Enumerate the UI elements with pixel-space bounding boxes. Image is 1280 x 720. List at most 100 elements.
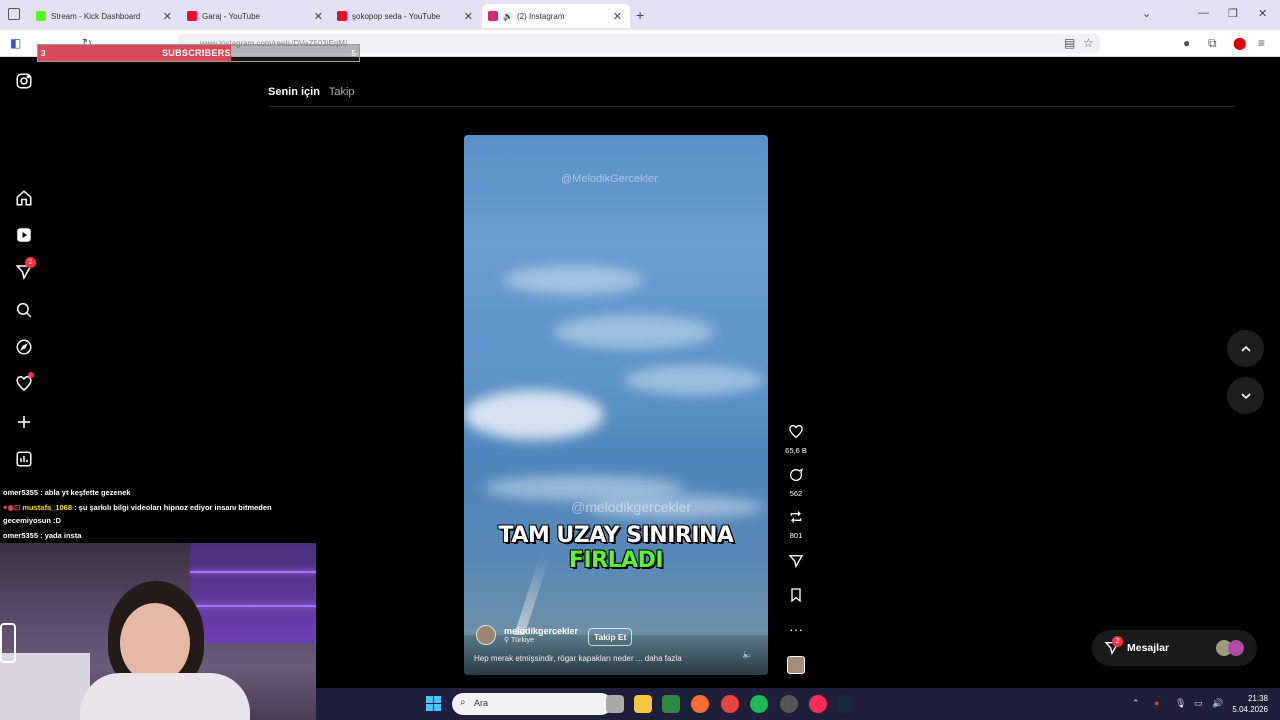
tab-for-you[interactable]: Senin için — [268, 86, 320, 98]
volume-icon[interactable]: 🔈 — [742, 649, 753, 660]
sidebar-toggle-icon[interactable]: ◧ — [10, 36, 21, 50]
follow-button[interactable]: Takip Et — [588, 628, 633, 646]
tab-garaj-youtube[interactable]: Garaj - YouTube ✕ — [181, 4, 331, 28]
reel-video[interactable]: @MelodikGercekler @melodikgercekler TAM … — [464, 135, 768, 675]
author-row: melodikgercekler ⚲ Türkiye — [476, 625, 578, 645]
audio-thumbnail[interactable] — [787, 656, 805, 674]
more-options-icon[interactable]: ··· — [784, 621, 808, 637]
author-avatar[interactable] — [476, 625, 496, 645]
maximize-button[interactable]: ❐ — [1228, 7, 1238, 20]
like-count: 65,6 B — [785, 446, 807, 455]
youtube-favicon-icon — [187, 11, 197, 21]
previous-reel-button[interactable] — [1227, 330, 1264, 367]
tab-following[interactable]: Takip — [329, 86, 355, 98]
file-explorer-icon[interactable] — [634, 695, 652, 713]
chat-text: gecemiyosun :D — [3, 516, 61, 525]
clock-time: 21:38 — [1247, 694, 1268, 703]
obs-icon[interactable] — [780, 695, 798, 713]
repost-button[interactable]: 801 — [784, 509, 808, 540]
close-window-button[interactable]: ✕ — [1258, 7, 1267, 20]
dashboard-icon[interactable] — [15, 450, 33, 468]
author-name[interactable]: melodikgercekler — [504, 626, 578, 636]
extensions-icon[interactable]: ⧉ — [1208, 36, 1217, 51]
task-view-icon[interactable] — [606, 695, 624, 713]
save-button[interactable] — [784, 587, 808, 608]
messages-badge: 2 — [1112, 636, 1123, 647]
bookmark-star-icon[interactable]: ☆ — [1083, 36, 1094, 50]
like-button[interactable]: 65,6 B — [784, 424, 808, 455]
microphone — [0, 623, 16, 663]
tab-instagram[interactable]: 🔊 (2) Instagram ✕ — [482, 4, 630, 28]
profile-avatar-icon[interactable]: ● — [1183, 36, 1190, 50]
next-reel-button[interactable] — [1227, 377, 1264, 414]
home-icon[interactable] — [15, 189, 33, 207]
close-tab-icon[interactable]: ✕ — [163, 10, 172, 23]
store-icon[interactable] — [662, 695, 680, 713]
browser-tab-bar: Stream - Kick Dashboard ✕ Garaj - YouTub… — [0, 0, 1280, 30]
cloud — [504, 265, 644, 295]
windows-start-icon[interactable] — [426, 696, 441, 711]
tab-title: Garaj - YouTube — [202, 11, 260, 21]
taskbar-clock[interactable]: 21:38 5.04.2026 — [1232, 693, 1268, 715]
reader-view-icon[interactable]: ▤ — [1064, 36, 1075, 50]
location-pin-icon: ⚲ — [504, 637, 510, 644]
close-tab-icon[interactable]: ✕ — [314, 10, 323, 23]
spotify-icon[interactable] — [750, 695, 768, 713]
tray-chevron-icon[interactable]: ⌃ — [1132, 698, 1140, 709]
led-shelf — [190, 605, 316, 607]
notifications-heart-icon[interactable] — [15, 372, 34, 393]
comment-icon — [790, 468, 804, 481]
video-caption: TAM UZAY SINIRINA FIRLADI — [494, 523, 738, 573]
heart-icon — [789, 424, 803, 439]
cloud — [554, 315, 714, 349]
tab-title: Stream - Kick Dashboard — [51, 11, 141, 21]
close-tab-icon[interactable]: ✕ — [613, 10, 622, 23]
new-tab-button[interactable]: + — [636, 7, 644, 23]
share-send-icon — [788, 555, 804, 569]
tray-app-icon[interactable]: ● — [1154, 698, 1159, 708]
streamer-face — [120, 603, 190, 683]
chat-text: : şu şarkılı bilgi videoları hipnoz ediy… — [72, 503, 272, 512]
chat-username: omer5355 — [3, 531, 39, 540]
reels-icon[interactable] — [15, 226, 33, 244]
create-plus-icon[interactable] — [15, 413, 33, 431]
opera-icon[interactable]: ⬤ — [1233, 36, 1246, 50]
microphone-icon[interactable]: 🎙 — [1175, 698, 1186, 709]
instagram-favicon-icon — [488, 11, 498, 21]
author-location[interactable]: ⚲ Türkiye — [504, 636, 578, 644]
messages-pill[interactable]: 2 Mesajlar — [1092, 630, 1257, 666]
tab-kick-dashboard[interactable]: Stream - Kick Dashboard ✕ — [30, 4, 180, 28]
notification-badge: 2 — [25, 257, 36, 268]
kick-favicon-icon — [36, 11, 46, 21]
speaker-icon[interactable]: 🔊 — [503, 12, 513, 21]
explore-compass-icon[interactable] — [15, 338, 33, 356]
opera-icon[interactable] — [809, 695, 827, 713]
minimize-button[interactable]: — — [1198, 7, 1209, 19]
webcam-cabinet — [0, 653, 90, 720]
reel-description[interactable]: Hep merak etmişsindir, rögar kapakları n… — [474, 654, 682, 663]
webcam-background-wall — [190, 543, 316, 643]
search-icon[interactable] — [15, 301, 33, 319]
repost-count: 801 — [789, 531, 803, 540]
chrome-icon[interactable] — [721, 695, 739, 713]
menu-icon[interactable]: ≡ — [1258, 36, 1265, 50]
youtube-favicon-icon — [337, 11, 347, 21]
instagram-logo-icon[interactable] — [15, 72, 33, 90]
tab-sokopop-youtube[interactable]: şokopop seda - YouTube ✕ — [331, 4, 481, 28]
tab-overflow-chevron-icon[interactable]: ⌄ — [1142, 7, 1151, 20]
volume-icon[interactable]: 🔊 — [1212, 698, 1223, 709]
network-icon[interactable]: ▭ — [1194, 698, 1203, 709]
tab-list-icon[interactable] — [8, 8, 20, 20]
location-text: Türkiye — [510, 637, 534, 644]
clock-date: 5.04.2026 — [1232, 705, 1268, 714]
comment-button[interactable]: 562 — [784, 467, 808, 498]
subscriber-label: SUBSCRIBERS — [162, 48, 231, 58]
steam-icon[interactable] — [837, 695, 855, 713]
tab-title: (2) Instagram — [516, 11, 565, 21]
firefox-icon[interactable] — [691, 695, 709, 713]
taskbar-search[interactable]: ⌕ Ara — [452, 693, 612, 715]
feed-divider — [268, 106, 1234, 107]
share-button[interactable] — [784, 553, 808, 574]
messages-direct-icon[interactable]: 2 — [15, 257, 36, 281]
close-tab-icon[interactable]: ✕ — [464, 10, 473, 23]
